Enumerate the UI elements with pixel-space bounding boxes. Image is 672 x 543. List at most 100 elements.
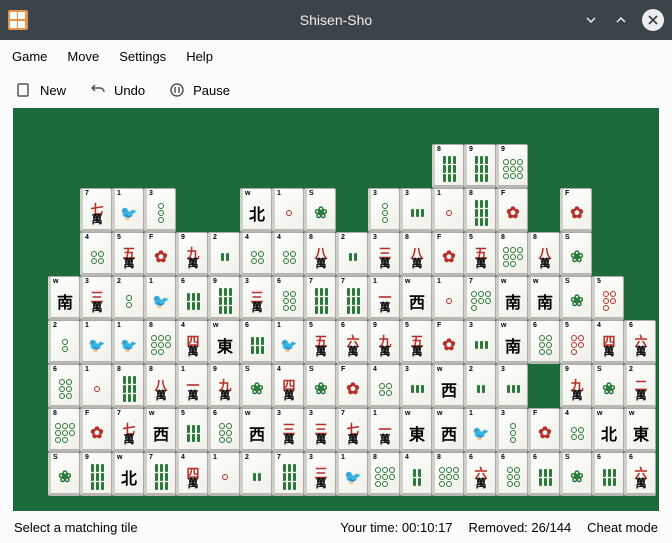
mahjong-tile[interactable]: 7: [304, 276, 336, 320]
mahjong-tile[interactable]: 7: [336, 276, 368, 320]
mahjong-tile[interactable]: 5: [560, 320, 592, 364]
mahjong-tile[interactable]: 4: [560, 408, 592, 452]
mahjong-tile[interactable]: F✿: [80, 408, 112, 452]
mahjong-tile[interactable]: 3三: [304, 452, 336, 496]
mahjong-tile[interactable]: 9: [208, 276, 240, 320]
mahjong-tile[interactable]: 6: [48, 364, 80, 408]
mahjong-tile[interactable]: w南: [48, 276, 80, 320]
menu-move[interactable]: Move: [67, 49, 99, 64]
mahjong-tile[interactable]: 3三: [240, 276, 272, 320]
mahjong-tile[interactable]: 8八: [144, 364, 176, 408]
mahjong-tile[interactable]: 1🐦: [112, 188, 144, 232]
mahjong-tile[interactable]: 1一: [368, 276, 400, 320]
mahjong-tile[interactable]: 1🐦: [80, 320, 112, 364]
mahjong-tile[interactable]: 3: [496, 408, 528, 452]
mahjong-tile[interactable]: 4四: [176, 452, 208, 496]
mahjong-tile[interactable]: F✿: [432, 232, 464, 276]
mahjong-tile[interactable]: 8: [112, 364, 144, 408]
mahjong-tile[interactable]: 8: [144, 320, 176, 364]
mahjong-tile[interactable]: w西: [432, 408, 464, 452]
new-button[interactable]: New: [16, 82, 66, 98]
mahjong-tile[interactable]: 8: [368, 452, 400, 496]
mahjong-tile[interactable]: 6六: [624, 320, 656, 364]
mahjong-tile[interactable]: 1: [432, 188, 464, 232]
mahjong-tile[interactable]: 1一: [368, 408, 400, 452]
mahjong-tile[interactable]: 6六: [624, 452, 656, 496]
menu-settings[interactable]: Settings: [119, 49, 166, 64]
mahjong-tile[interactable]: 1: [80, 364, 112, 408]
mahjong-tile[interactable]: w西: [144, 408, 176, 452]
mahjong-tile[interactable]: S❀: [560, 276, 592, 320]
mahjong-tile[interactable]: 9九: [208, 364, 240, 408]
mahjong-tile[interactable]: 5五: [400, 320, 432, 364]
mahjong-tile[interactable]: w北: [240, 188, 272, 232]
mahjong-tile[interactable]: S❀: [48, 452, 80, 496]
mahjong-tile[interactable]: S❀: [560, 452, 592, 496]
mahjong-tile[interactable]: 1: [432, 276, 464, 320]
minimize-button[interactable]: [582, 11, 600, 29]
mahjong-tile[interactable]: 6六: [464, 452, 496, 496]
mahjong-tile[interactable]: 3: [144, 188, 176, 232]
mahjong-tile[interactable]: 9九: [368, 320, 400, 364]
mahjong-tile[interactable]: 4: [368, 364, 400, 408]
mahjong-tile[interactable]: w西: [432, 364, 464, 408]
mahjong-tile[interactable]: 6六: [336, 320, 368, 364]
mahjong-tile[interactable]: w南: [496, 276, 528, 320]
mahjong-tile[interactable]: 8: [48, 408, 80, 452]
mahjong-tile[interactable]: 7七: [336, 408, 368, 452]
mahjong-tile[interactable]: 3: [464, 320, 496, 364]
mahjong-tile[interactable]: 6: [528, 320, 560, 364]
mahjong-tile[interactable]: 9九: [560, 364, 592, 408]
mahjong-tile[interactable]: 2二: [624, 364, 656, 408]
mahjong-tile[interactable]: F✿: [432, 320, 464, 364]
mahjong-tile[interactable]: 8: [432, 452, 464, 496]
mahjong-tile[interactable]: 6: [176, 276, 208, 320]
mahjong-tile[interactable]: 8八: [528, 232, 560, 276]
mahjong-tile[interactable]: 4四: [272, 364, 304, 408]
mahjong-tile[interactable]: 7: [144, 452, 176, 496]
mahjong-tile[interactable]: 9: [464, 144, 496, 188]
mahjong-tile[interactable]: 4: [400, 452, 432, 496]
mahjong-tile[interactable]: w西: [400, 276, 432, 320]
mahjong-tile[interactable]: 3三: [368, 232, 400, 276]
mahjong-tile[interactable]: F✿: [144, 232, 176, 276]
mahjong-tile[interactable]: 4四: [176, 320, 208, 364]
mahjong-tile[interactable]: 3: [400, 188, 432, 232]
mahjong-tile[interactable]: 2: [208, 232, 240, 276]
mahjong-tile[interactable]: 5: [176, 408, 208, 452]
mahjong-tile[interactable]: 9: [496, 144, 528, 188]
mahjong-tile[interactable]: 1🐦: [336, 452, 368, 496]
mahjong-tile[interactable]: 4四: [592, 320, 624, 364]
mahjong-tile[interactable]: 1: [208, 452, 240, 496]
mahjong-tile[interactable]: 6: [272, 276, 304, 320]
mahjong-tile[interactable]: w南: [496, 320, 528, 364]
mahjong-tile[interactable]: 3: [400, 364, 432, 408]
mahjong-tile[interactable]: F✿: [560, 188, 592, 232]
close-button[interactable]: [642, 9, 664, 31]
mahjong-tile[interactable]: 1一: [176, 364, 208, 408]
mahjong-tile[interactable]: 1🐦: [144, 276, 176, 320]
mahjong-tile[interactable]: w北: [592, 408, 624, 452]
mahjong-tile[interactable]: 5五: [464, 232, 496, 276]
mahjong-tile[interactable]: 3三: [80, 276, 112, 320]
menu-game[interactable]: Game: [12, 49, 47, 64]
mahjong-tile[interactable]: w東: [624, 408, 656, 452]
mahjong-tile[interactable]: 8: [496, 232, 528, 276]
mahjong-tile[interactable]: 8八: [400, 232, 432, 276]
mahjong-tile[interactable]: S❀: [304, 188, 336, 232]
mahjong-tile[interactable]: 5: [592, 276, 624, 320]
mahjong-tile[interactable]: 1🐦: [272, 320, 304, 364]
mahjong-tile[interactable]: 2: [240, 452, 272, 496]
mahjong-tile[interactable]: 3三: [272, 408, 304, 452]
mahjong-tile[interactable]: S❀: [304, 364, 336, 408]
mahjong-tile[interactable]: 4: [240, 232, 272, 276]
mahjong-tile[interactable]: w南: [528, 276, 560, 320]
mahjong-tile[interactable]: 1: [272, 188, 304, 232]
mahjong-tile[interactable]: w東: [208, 320, 240, 364]
mahjong-tile[interactable]: 5五: [304, 320, 336, 364]
undo-button[interactable]: Undo: [90, 82, 145, 98]
mahjong-tile[interactable]: 3: [368, 188, 400, 232]
mahjong-tile[interactable]: 3三: [304, 408, 336, 452]
maximize-button[interactable]: [612, 11, 630, 29]
mahjong-tile[interactable]: 7: [272, 452, 304, 496]
